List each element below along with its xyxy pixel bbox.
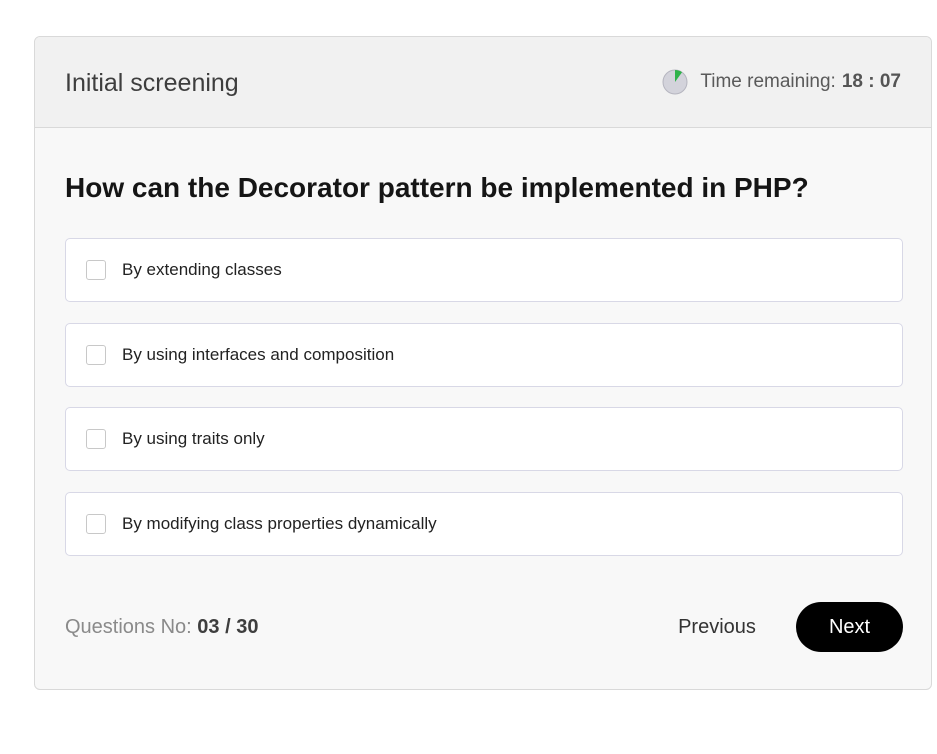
next-button[interactable]: Next [796,602,903,652]
question-count: 03 / 30 [197,616,259,638]
answer-label: By modifying class properties dynamicall… [122,513,437,533]
timer-label: Time remaining: [700,71,836,92]
answer-label: By using traits only [122,429,265,448]
answer-checkbox[interactable] [86,344,106,365]
card-header: Initial screening Time remaining: 18 : 0… [35,37,931,128]
answer-checkbox[interactable] [86,429,106,449]
answer-option[interactable]: By extending classes [65,238,903,302]
timer: Time remaining: 18 : 07 [662,67,901,97]
answer-option[interactable]: By using traits only [65,407,903,471]
answer-label: By using interfaces and composition [122,344,395,364]
quiz-card: Initial screening Time remaining: 18 : 0… [34,36,932,690]
question-counter: Questions No: 03 / 30 [65,615,258,639]
answer-option[interactable]: By using interfaces and composition [65,322,903,387]
answer-options: By extending classes By using interfaces… [65,238,903,576]
answer-checkbox[interactable] [86,260,106,280]
question-no-label: Questions No: [65,616,192,638]
pie-timer-icon [662,69,688,95]
answer-option[interactable]: By modifying class properties dynamicall… [65,491,903,556]
answer-label: By extending classes [122,260,282,279]
answer-checkbox[interactable] [86,513,106,534]
screening-title: Initial screening [65,69,239,97]
question-text: How can the Decorator pattern be impleme… [65,172,809,203]
previous-button[interactable]: Previous [665,602,769,652]
timer-value: 18 : 07 [841,71,901,92]
